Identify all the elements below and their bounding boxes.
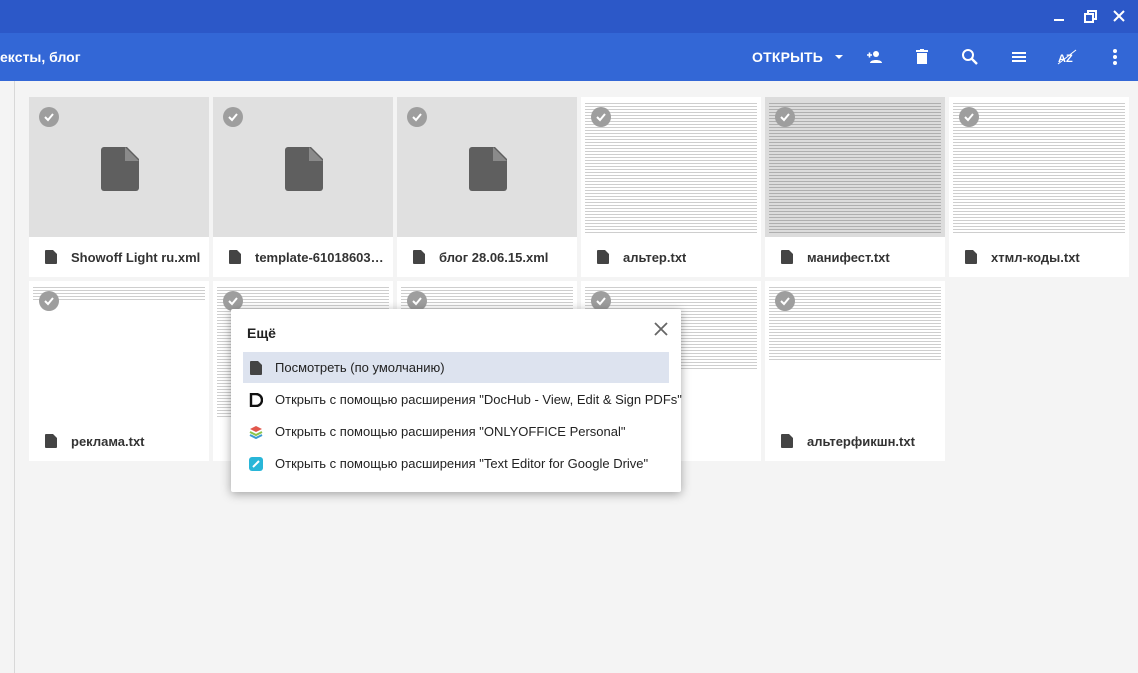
maximize-icon[interactable] — [1080, 6, 1102, 26]
file-tile[interactable]: альтер.txt — [581, 97, 761, 277]
window-titlebar — [0, 0, 1138, 33]
file-icon — [45, 250, 57, 264]
file-label: реклама.txt — [29, 421, 209, 461]
text-editor-icon — [249, 456, 263, 471]
select-check-icon[interactable] — [591, 107, 611, 127]
document-icon — [285, 147, 323, 191]
left-gutter — [0, 81, 15, 673]
select-check-icon[interactable] — [39, 291, 59, 311]
dochub-icon — [249, 392, 263, 407]
more-vert-icon[interactable] — [1103, 45, 1127, 69]
option-open-onlyoffice[interactable]: Открыть с помощью расширения "ONLYOFFICE… — [243, 416, 669, 447]
document-icon — [101, 147, 139, 191]
select-check-icon[interactable] — [39, 107, 59, 127]
file-label: альтерфикшн.txt — [765, 421, 945, 461]
breadcrumb[interactable]: екcты, блог — [0, 33, 81, 81]
option-open-dochub[interactable]: Открыть с помощью расширения "DocHub - V… — [243, 384, 682, 415]
select-check-icon[interactable] — [775, 291, 795, 311]
minimize-icon[interactable] — [1048, 6, 1070, 26]
onlyoffice-icon — [249, 425, 263, 439]
select-check-icon[interactable] — [959, 107, 979, 127]
file-tile[interactable]: template-610186038... — [213, 97, 393, 277]
option-label: Открыть с помощью расширения "DocHub - V… — [275, 392, 682, 407]
more-actions-dialog: Ещё Посмотреть (по умолчанию) Открыть с … — [231, 309, 682, 492]
option-label: Посмотреть (по умолчанию) — [275, 360, 445, 375]
file-name: template-610186038... — [255, 249, 385, 265]
option-label: Открыть с помощью расширения "Text Edito… — [275, 456, 649, 471]
file-icon — [413, 250, 425, 264]
file-icon — [229, 250, 241, 264]
file-icon — [965, 250, 977, 264]
toolbar: екcты, блог ОТКРЫТЬ AZ — [0, 33, 1138, 81]
text-preview — [769, 285, 941, 361]
option-label: Открыть с помощью расширения "ONLYOFFICE… — [275, 424, 626, 439]
share-add-user-icon[interactable] — [863, 45, 887, 69]
file-label: хтмл-коды.txt — [949, 237, 1129, 277]
file-icon — [45, 434, 57, 448]
file-tile[interactable]: альтерфикшн.txt — [765, 281, 945, 461]
close-window-icon[interactable] — [1108, 6, 1130, 26]
delete-trash-icon[interactable] — [910, 45, 934, 69]
text-preview — [953, 101, 1125, 233]
file-label: альтер.txt — [581, 237, 761, 277]
text-preview — [769, 101, 941, 233]
option-open-text-editor[interactable]: Открыть с помощью расширения "Text Edito… — [243, 448, 669, 479]
open-button[interactable]: ОТКРЫТЬ — [752, 33, 845, 81]
select-check-icon[interactable] — [223, 291, 243, 311]
list-view-icon[interactable] — [1007, 45, 1031, 69]
chevron-down-icon — [835, 55, 844, 59]
file-label: блог 28.06.15.xml — [397, 237, 577, 277]
text-preview — [585, 101, 757, 233]
file-name: хтмл-коды.txt — [991, 249, 1080, 265]
file-label: Showoff Light ru.xml — [29, 237, 209, 277]
file-tile[interactable]: манифест.txt — [765, 97, 945, 277]
file-tile[interactable]: блог 28.06.15.xml — [397, 97, 577, 277]
file-icon — [781, 250, 793, 264]
open-button-label: ОТКРЫТЬ — [752, 49, 824, 65]
file-name: реклама.txt — [71, 433, 145, 449]
file-icon — [781, 434, 793, 448]
close-icon[interactable] — [653, 321, 669, 337]
file-name: блог 28.06.15.xml — [439, 249, 549, 265]
select-check-icon[interactable] — [407, 291, 427, 311]
file-name: манифест.txt — [807, 249, 890, 265]
file-name: альтерфикшн.txt — [807, 433, 915, 449]
file-name: альтер.txt — [623, 249, 687, 265]
search-icon[interactable] — [958, 45, 982, 69]
option-view-default[interactable]: Посмотреть (по умолчанию) — [243, 352, 669, 383]
file-icon — [597, 250, 609, 264]
select-check-icon[interactable] — [591, 291, 611, 311]
svg-text:AZ: AZ — [1058, 53, 1073, 65]
select-check-icon[interactable] — [407, 107, 427, 127]
file-tile[interactable]: Showoff Light ru.xml — [29, 97, 209, 277]
file-label: манифест.txt — [765, 237, 945, 277]
sort-az-icon[interactable]: AZ — [1055, 45, 1079, 69]
select-check-icon[interactable] — [775, 107, 795, 127]
file-label: template-610186038... — [213, 237, 393, 277]
document-icon — [469, 147, 507, 191]
file-tile[interactable]: реклама.txt — [29, 281, 209, 461]
file-tile[interactable]: хтмл-коды.txt — [949, 97, 1129, 277]
file-icon — [250, 360, 262, 375]
file-name: Showoff Light ru.xml — [71, 249, 201, 265]
select-check-icon[interactable] — [223, 107, 243, 127]
dialog-title: Ещё — [247, 325, 276, 341]
